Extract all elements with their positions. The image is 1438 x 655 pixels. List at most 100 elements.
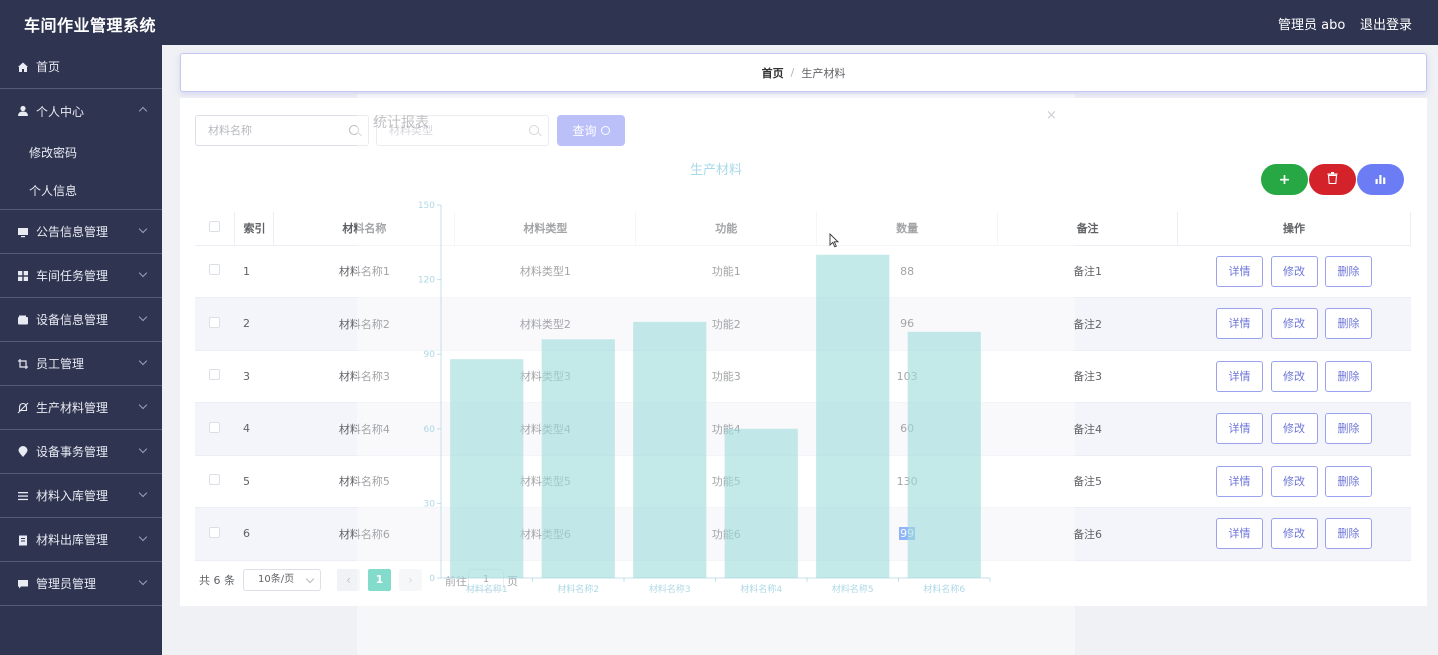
- chat-icon: [17, 578, 29, 590]
- breadcrumb-separator: /: [790, 66, 795, 79]
- row-select-cell[interactable]: [195, 455, 235, 508]
- sidebar-item-label: 车间任务管理: [36, 269, 109, 283]
- chart-bar: [816, 254, 890, 578]
- cell-actions: 详情 修改 删除: [1177, 507, 1411, 561]
- detail-button[interactable]: 详情: [1216, 255, 1263, 287]
- sidebar-item-label: 首页: [36, 60, 61, 74]
- x-tick-label: 材料名称6: [923, 583, 965, 595]
- sidebar-item-label: 设备事务管理: [36, 445, 109, 459]
- chevron-up-icon: [138, 106, 148, 116]
- mouse-cursor-icon: [829, 233, 839, 248]
- x-tick-label: 材料名称2: [557, 583, 599, 595]
- bar-chart-icon: [1375, 172, 1386, 188]
- sidebar-item-material-in[interactable]: 材料入库管理: [0, 474, 162, 518]
- edit-button[interactable]: 修改: [1270, 255, 1318, 287]
- delete-button[interactable]: 删除: [1325, 413, 1372, 445]
- location-pin-icon: [17, 445, 29, 458]
- edit-button[interactable]: 修改: [1270, 518, 1318, 550]
- material-name-search[interactable]: [195, 115, 369, 146]
- detail-button[interactable]: 详情: [1216, 518, 1263, 550]
- cell-index: 6: [234, 507, 274, 561]
- sidebar-item-admins[interactable]: 管理员管理: [0, 562, 162, 606]
- detail-button[interactable]: 详情: [1216, 360, 1263, 392]
- row-select-cell[interactable]: [195, 297, 235, 351]
- y-tick-label: 60: [424, 425, 436, 435]
- sidebar-item-equipment-affairs[interactable]: 设备事务管理: [0, 430, 162, 474]
- row-select-cell[interactable]: [195, 507, 235, 561]
- y-tick-label: 90: [424, 350, 436, 360]
- cell-actions: 详情 修改 删除: [1177, 297, 1411, 351]
- chevron-down-icon: [138, 224, 148, 234]
- top-bar: 车间作业管理系统 管理员 abo 退出登录: [0, 0, 1438, 45]
- detail-button[interactable]: 详情: [1216, 308, 1263, 340]
- edit-button[interactable]: 修改: [1270, 465, 1318, 497]
- monitor-icon: [17, 226, 29, 238]
- delete-button[interactable]: 删除: [1325, 465, 1372, 497]
- clipboard-icon: [17, 534, 29, 546]
- sidebar-item-label: 生产材料管理: [36, 401, 109, 415]
- sidebar-item-label: 员工管理: [36, 357, 85, 371]
- select-all-cell[interactable]: [195, 212, 236, 246]
- row-checkbox[interactable]: [209, 264, 221, 276]
- delete-button[interactable]: 删除: [1325, 255, 1372, 287]
- sidebar-item-notices[interactable]: 公告信息管理: [0, 210, 162, 254]
- detail-button[interactable]: 详情: [1216, 465, 1263, 497]
- sidebar-item-equipment[interactable]: 设备信息管理: [0, 298, 162, 342]
- list-icon: [17, 490, 29, 502]
- sidebar-subitem-change-password[interactable]: 修改密码: [0, 133, 162, 171]
- material-name-input[interactable]: [196, 116, 336, 145]
- x-tick-label: 材料名称1: [466, 583, 508, 595]
- page-size-select[interactable]: 10条/页: [243, 569, 321, 591]
- chevron-down-icon: [138, 356, 148, 366]
- batch-delete-button[interactable]: [1309, 164, 1356, 195]
- sidebar-item-home[interactable]: 首页: [0, 45, 162, 89]
- cell-index: 4: [234, 402, 274, 456]
- add-button[interactable]: +: [1261, 164, 1308, 195]
- edit-button[interactable]: 修改: [1270, 360, 1318, 392]
- row-checkbox[interactable]: [209, 369, 221, 381]
- sidebar-item-tasks[interactable]: 车间任务管理: [0, 254, 162, 298]
- breadcrumb-home[interactable]: 首页: [762, 65, 784, 81]
- current-user: 管理员 abo: [1278, 18, 1346, 33]
- wallet-icon: [17, 314, 29, 326]
- cell-index: 1: [234, 245, 274, 298]
- sidebar-subitem-profile[interactable]: 个人信息: [0, 171, 162, 209]
- user-icon: [17, 105, 29, 117]
- sidebar-item-personal[interactable]: 个人中心: [0, 89, 162, 133]
- pagination-total: 共 6 条: [199, 573, 235, 587]
- statistics-button[interactable]: [1357, 164, 1404, 195]
- sidebar-item-staff[interactable]: 员工管理: [0, 342, 162, 386]
- app-title: 车间作业管理系统: [24, 16, 157, 35]
- delete-button[interactable]: 删除: [1325, 518, 1372, 550]
- sidebar-item-label: 材料入库管理: [36, 489, 109, 503]
- chart-bar: [541, 339, 615, 578]
- row-checkbox[interactable]: [209, 526, 221, 538]
- edit-button[interactable]: 修改: [1270, 413, 1318, 445]
- edit-button[interactable]: 修改: [1270, 308, 1318, 340]
- delete-button[interactable]: 删除: [1325, 308, 1372, 340]
- sidebar-item-label: 材料出库管理: [36, 533, 109, 547]
- cell-index: 3: [234, 350, 274, 403]
- chevron-down-icon: [138, 312, 148, 322]
- cell-actions: 详情 修改 删除: [1177, 455, 1411, 508]
- sidebar-item-label: 管理员管理: [36, 577, 97, 591]
- detail-button[interactable]: 详情: [1216, 413, 1263, 445]
- chevron-down-icon: [138, 488, 148, 498]
- row-select-cell[interactable]: [195, 245, 235, 298]
- logout-link[interactable]: 退出登录: [1360, 14, 1412, 33]
- sidebar-item-label: 个人中心: [36, 104, 85, 119]
- x-tick-label: 材料名称3: [649, 583, 691, 595]
- cell-actions: 详情 修改 删除: [1177, 350, 1411, 403]
- delete-button[interactable]: 删除: [1325, 360, 1372, 392]
- sidebar-group-personal: 个人中心 修改密码 个人信息: [0, 89, 162, 210]
- sidebar-item-material-out[interactable]: 材料出库管理: [0, 518, 162, 562]
- row-checkbox[interactable]: [209, 474, 221, 486]
- row-checkbox[interactable]: [209, 421, 221, 433]
- sidebar-item-materials[interactable]: 生产材料管理: [0, 386, 162, 430]
- chevron-down-icon: [138, 532, 148, 542]
- row-select-cell[interactable]: [195, 350, 235, 403]
- chart-title: 生产材料: [690, 163, 742, 178]
- select-all-checkbox[interactable]: [209, 221, 221, 233]
- row-select-cell[interactable]: [195, 402, 235, 456]
- row-checkbox[interactable]: [209, 316, 221, 328]
